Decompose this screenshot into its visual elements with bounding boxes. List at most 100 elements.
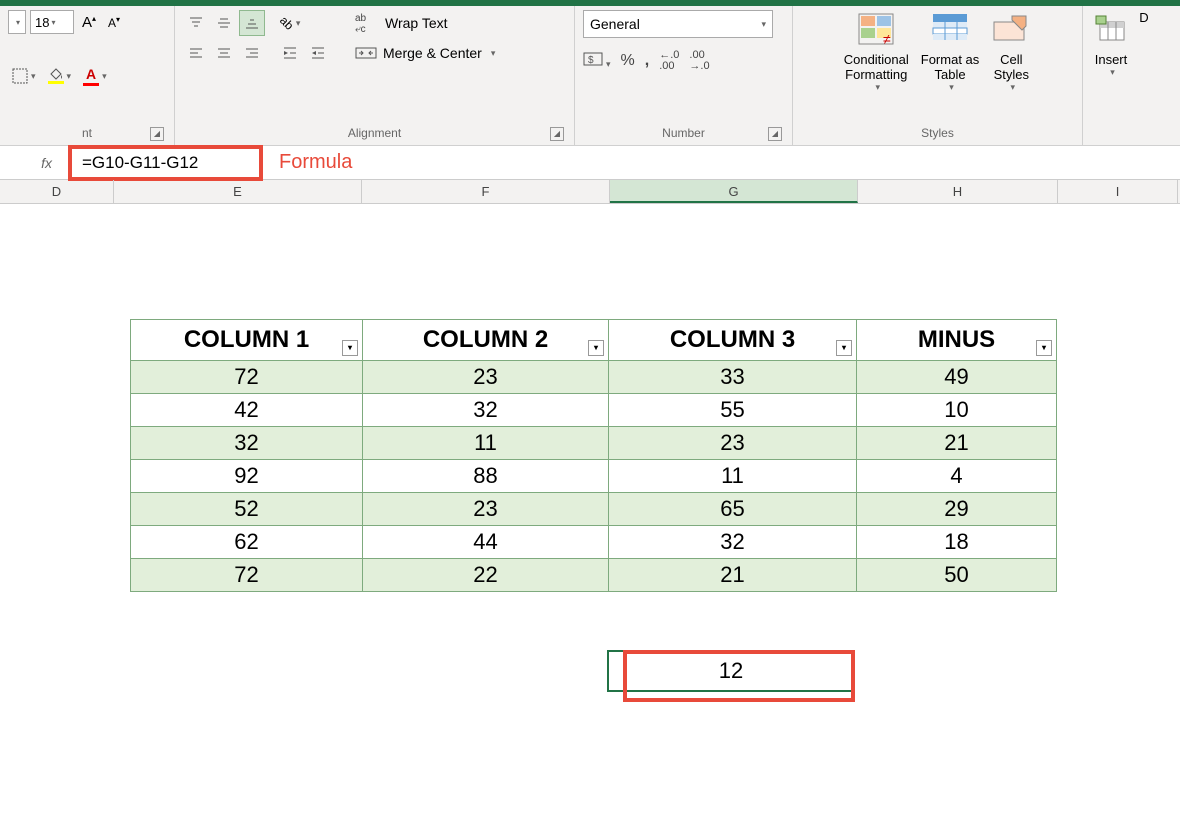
table-cell[interactable]: 32 — [131, 427, 363, 460]
comma-format-button[interactable]: , — [645, 52, 649, 70]
number-group: General ▾ $▾ % , ←.0.00 .00→.0 Number ◢ — [575, 6, 793, 145]
col-header-h[interactable]: H — [858, 180, 1058, 203]
table-cell[interactable]: 21 — [857, 427, 1057, 460]
table-cell[interactable]: 11 — [609, 460, 857, 493]
orientation-button[interactable]: ab▾ — [277, 10, 303, 36]
table-cell[interactable]: 4 — [857, 460, 1057, 493]
table-cell[interactable]: 33 — [609, 361, 857, 394]
border-icon — [12, 68, 28, 84]
number-dialog-launcher[interactable]: ◢ — [768, 127, 782, 141]
styles-group-label: Styles — [801, 123, 1074, 143]
align-left-button[interactable] — [183, 40, 209, 66]
insert-button[interactable]: Insert ▾ — [1091, 10, 1131, 78]
table-cell[interactable]: 52 — [131, 493, 363, 526]
table-cell[interactable]: 72 — [131, 559, 363, 592]
table-cell[interactable]: 32 — [609, 526, 857, 559]
filter-button[interactable]: ▾ — [1036, 340, 1052, 356]
font-dialog-launcher[interactable]: ◢ — [150, 127, 164, 141]
col-header-g[interactable]: G — [610, 180, 858, 203]
table-cell[interactable]: 23 — [363, 361, 609, 394]
accounting-format-button[interactable]: $▾ — [583, 51, 611, 72]
table-header[interactable]: COLUMN 2▾ — [363, 320, 609, 361]
selected-cell[interactable]: 12 — [607, 650, 855, 692]
table-cell[interactable]: 42 — [131, 394, 363, 427]
increase-decimal-button[interactable]: ←.0.00 — [659, 50, 679, 72]
col-header-i[interactable]: I — [1058, 180, 1178, 203]
col-header-f[interactable]: F — [362, 180, 610, 203]
font-size-value: 18 — [35, 15, 49, 30]
align-bottom-button[interactable] — [239, 10, 265, 36]
cell-styles-button[interactable]: Cell Styles▾ — [991, 10, 1031, 93]
table-cell[interactable]: 10 — [857, 394, 1057, 427]
table-cell[interactable]: 88 — [363, 460, 609, 493]
table-cell[interactable]: 22 — [363, 559, 609, 592]
delete-button[interactable]: D — [1139, 10, 1149, 25]
align-right-button[interactable] — [239, 40, 265, 66]
table-header-row: COLUMN 1▾ COLUMN 2▾ COLUMN 3▾ MINUS▾ — [131, 320, 1057, 361]
formula-bar: fx =G10-G11-G12 Formula — [0, 146, 1180, 180]
table-cell[interactable]: 18 — [857, 526, 1057, 559]
col-header-d[interactable]: D — [0, 180, 114, 203]
insert-icon — [1091, 10, 1131, 48]
font-size-dropdown[interactable]: 18 ▾ — [30, 10, 74, 34]
col-header-e[interactable]: E — [114, 180, 362, 203]
table-cell[interactable]: 11 — [363, 427, 609, 460]
cells-group: Insert ▾ D — [1083, 6, 1171, 145]
fx-icon[interactable]: fx — [0, 155, 62, 171]
table-row: 32112321 — [131, 427, 1057, 460]
increase-font-icon[interactable]: A▴ — [78, 12, 100, 33]
merge-icon — [355, 45, 377, 61]
ribbon: ▾ 18 ▾ A▴ A▾ ▾ ▾ — [0, 6, 1180, 146]
table-cell[interactable]: 32 — [363, 394, 609, 427]
align-middle-button[interactable] — [211, 10, 237, 36]
selected-cell-value: 12 — [719, 658, 743, 684]
table-row: 52236529 — [131, 493, 1057, 526]
font-color-dropdown[interactable]: A ▾ — [79, 64, 111, 88]
filter-button[interactable]: ▾ — [342, 340, 358, 356]
table-cell[interactable]: 72 — [131, 361, 363, 394]
cell-styles-label: Cell Styles — [994, 52, 1029, 82]
border-dropdown[interactable]: ▾ — [8, 66, 40, 86]
percent-format-button[interactable]: % — [621, 52, 635, 70]
font-color-a-icon: A — [86, 66, 96, 82]
table-cell[interactable]: 44 — [363, 526, 609, 559]
wrap-text-button[interactable]: ab⤶c Wrap Text — [349, 10, 501, 36]
table-cell[interactable]: 50 — [857, 559, 1057, 592]
merge-center-button[interactable]: Merge & Center ▾ — [349, 42, 501, 64]
alignment-dialog-launcher[interactable]: ◢ — [550, 127, 564, 141]
table-cell[interactable]: 23 — [609, 427, 857, 460]
fill-color-dropdown[interactable]: ▾ — [44, 66, 76, 86]
table-cell[interactable]: 29 — [857, 493, 1057, 526]
table-header[interactable]: MINUS▾ — [857, 320, 1057, 361]
format-as-table-icon — [930, 10, 970, 48]
align-top-button[interactable] — [183, 10, 209, 36]
table-cell[interactable]: 92 — [131, 460, 363, 493]
table-cell[interactable]: 23 — [363, 493, 609, 526]
column-headers-row: D E F G H I — [0, 180, 1180, 204]
align-center-button[interactable] — [211, 40, 237, 66]
table-row: 62443218 — [131, 526, 1057, 559]
decrease-decimal-button[interactable]: .00→.0 — [689, 50, 709, 72]
table-header[interactable]: COLUMN 3▾ — [609, 320, 857, 361]
decrease-indent-button[interactable] — [277, 40, 303, 66]
table-cell[interactable]: 55 — [609, 394, 857, 427]
alignment-group: ab▾ ab⤶c Wrap Text Merge & Center ▾ — [175, 6, 575, 145]
table-cell[interactable]: 21 — [609, 559, 857, 592]
format-as-table-button[interactable]: Format as Table▾ — [921, 10, 980, 93]
insert-label: Insert — [1095, 52, 1128, 67]
formula-input[interactable]: =G10-G11-G12 — [82, 153, 198, 173]
filter-button[interactable]: ▾ — [588, 340, 604, 356]
table-header[interactable]: COLUMN 1▾ — [131, 320, 363, 361]
table-cell[interactable]: 65 — [609, 493, 857, 526]
wrap-text-icon: ab⤶c — [355, 13, 379, 33]
decrease-font-icon[interactable]: A▾ — [104, 13, 124, 32]
styles-group: ≠ Conditional Formatting▾ Format as Tabl… — [793, 6, 1083, 145]
bucket-icon — [48, 68, 64, 80]
font-name-dropdown[interactable]: ▾ — [8, 10, 26, 34]
table-cell[interactable]: 62 — [131, 526, 363, 559]
conditional-formatting-button[interactable]: ≠ Conditional Formatting▾ — [844, 10, 909, 93]
table-cell[interactable]: 49 — [857, 361, 1057, 394]
filter-button[interactable]: ▾ — [836, 340, 852, 356]
increase-indent-button[interactable] — [305, 40, 331, 66]
number-format-dropdown[interactable]: General ▾ — [583, 10, 773, 38]
